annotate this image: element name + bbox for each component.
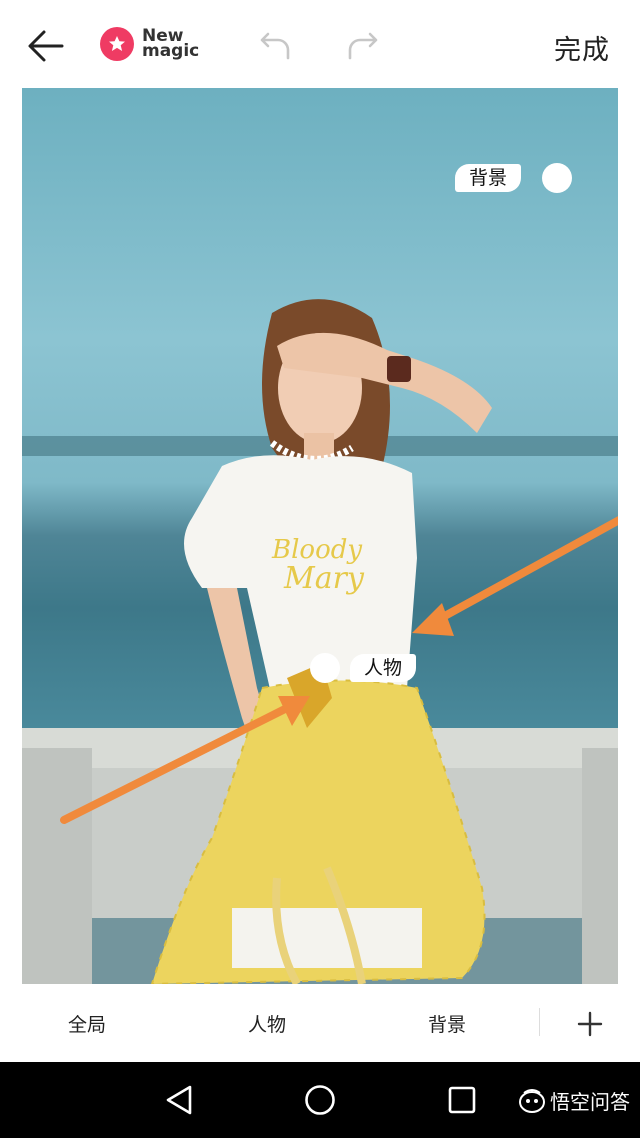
tag-person-handle[interactable]: [310, 653, 340, 683]
photo-illustration: Bloody Mary: [22, 299, 618, 984]
nav-back-icon[interactable]: [164, 1084, 194, 1116]
tag-background-handle[interactable]: [542, 163, 572, 193]
tag-person[interactable]: 人物: [350, 654, 417, 682]
system-nav-bar: 悟空问答: [0, 1062, 640, 1138]
annotation-arrow-right: [412, 516, 618, 636]
watermark-text: 悟空问答: [550, 1090, 630, 1114]
done-button[interactable]: 完成: [554, 28, 610, 67]
bottom-tabs: 全局 人物 背景: [0, 984, 640, 1062]
nav-home-icon[interactable]: [304, 1084, 336, 1116]
logo-line-2: magic: [142, 41, 200, 61]
redo-icon[interactable]: [346, 28, 380, 62]
logo-text: New magic: [142, 28, 200, 61]
tab-background[interactable]: 背景: [428, 1010, 466, 1037]
watermark: 悟空问答: [518, 1086, 630, 1115]
tab-person[interactable]: 人物: [248, 1010, 286, 1037]
tab-global[interactable]: 全局: [68, 1010, 106, 1037]
wukong-logo-icon: [519, 1088, 545, 1113]
shirt-text-2: Mary: [283, 561, 365, 596]
add-icon[interactable]: [576, 1010, 604, 1038]
tag-background[interactable]: 背景: [455, 164, 522, 192]
tabs-divider: [539, 1008, 540, 1036]
back-arrow-icon[interactable]: [26, 26, 66, 66]
photo-canvas[interactable]: Bloody Mary 背景 人物: [22, 88, 618, 984]
nav-recent-icon[interactable]: [448, 1086, 476, 1114]
logo-star-icon: [100, 27, 134, 61]
undo-icon[interactable]: [258, 28, 292, 62]
top-bar: New magic 完成: [0, 0, 640, 88]
app-logo: New magic: [100, 26, 199, 62]
